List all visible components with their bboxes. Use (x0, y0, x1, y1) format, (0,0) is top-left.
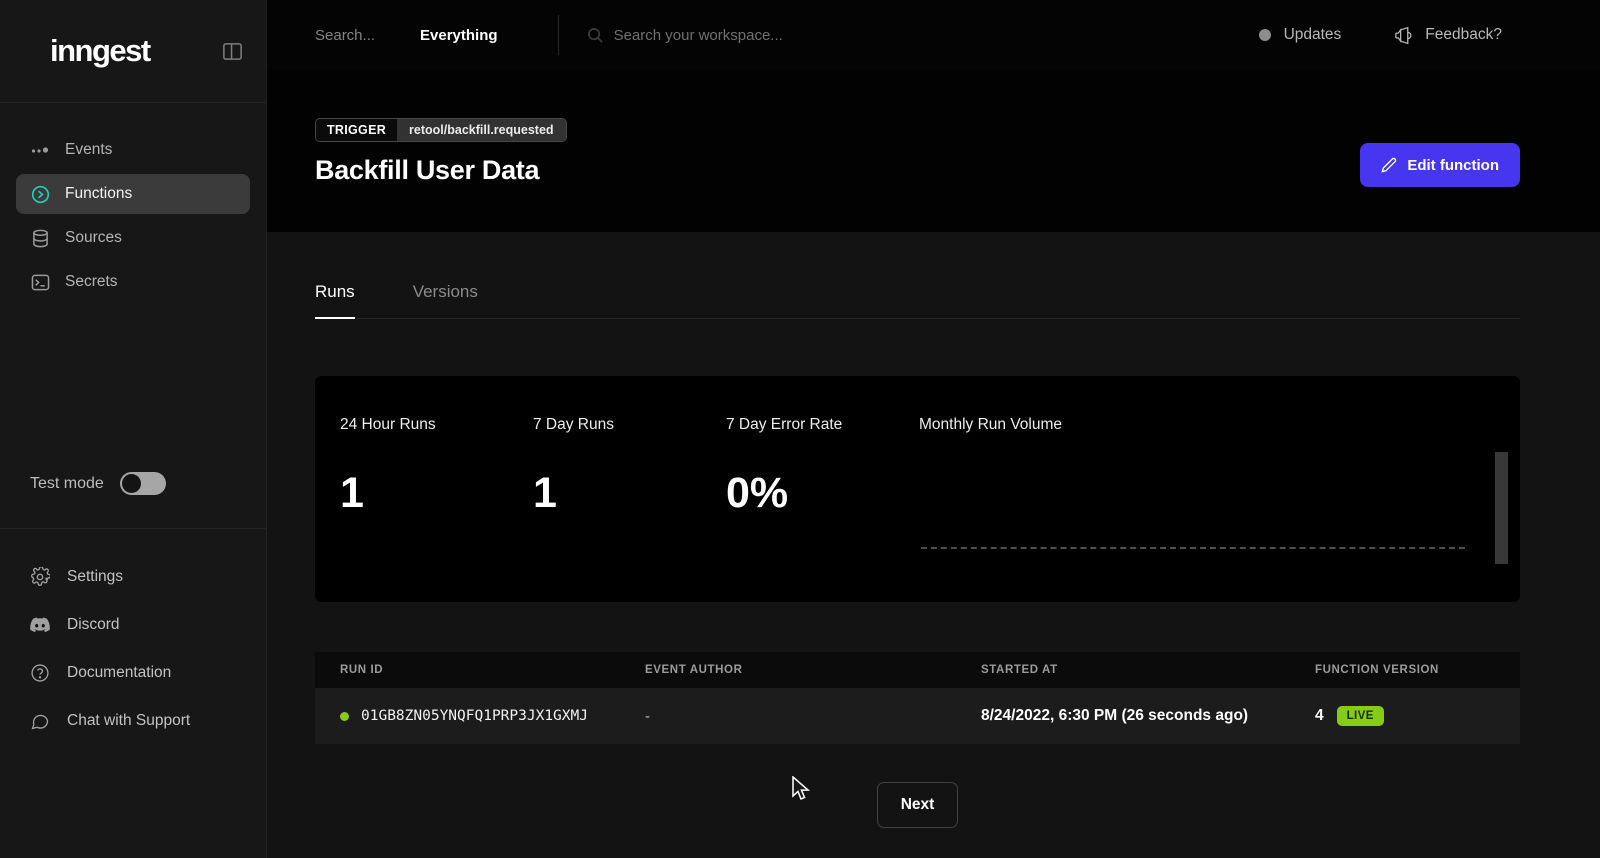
col-run-id: RUN ID (315, 664, 645, 676)
edit-function-label: Edit function (1407, 157, 1499, 174)
sidebar-item-label: Events (65, 141, 112, 159)
chart-title: Monthly Run Volume (919, 416, 1520, 434)
sidebar-collapse-icon[interactable] (221, 40, 244, 63)
sidebar: inngest Events Functions (0, 0, 267, 858)
events-icon (30, 144, 50, 156)
test-mode-row: Test mode (30, 472, 166, 495)
functions-icon (30, 185, 50, 204)
sidebar-item-documentation[interactable]: Documentation (0, 649, 266, 697)
sources-icon (30, 229, 50, 248)
col-event-author: EVENT AUTHOR (645, 664, 981, 676)
search-label[interactable]: Search... (315, 27, 375, 44)
content-area: Runs Versions 24 Hour Runs 1 7 Day Runs … (267, 232, 1600, 858)
megaphone-icon (1393, 26, 1413, 45)
trigger-event-name: retool/backfill.requested (397, 119, 565, 141)
run-id-cell: 01GB8ZN05YNQFQ1PRP3JX1GXMJ (315, 708, 645, 724)
table-header-row: RUN ID EVENT AUTHOR STARTED AT FUNCTION … (315, 652, 1520, 688)
next-button[interactable]: Next (877, 782, 959, 828)
trigger-badge: TRIGGER retool/backfill.requested (315, 118, 567, 142)
updates-label: Updates (1284, 26, 1342, 44)
run-id: 01GB8ZN05YNQFQ1PRP3JX1GXMJ (361, 708, 588, 724)
sidebar-nav: Events Functions Sources (0, 126, 266, 306)
sidebar-item-discord[interactable]: Discord (0, 601, 266, 649)
search-scope-everything[interactable]: Everything (420, 27, 498, 44)
feedback-button[interactable]: Feedback? (1393, 26, 1502, 45)
stat-label: 7 Day Runs (533, 416, 726, 434)
stat-value: 1 (340, 469, 533, 518)
stat-label: 24 Hour Runs (340, 416, 533, 434)
stat-7d-error-rate: 7 Day Error Rate 0% (726, 416, 919, 602)
search-icon (587, 27, 604, 44)
sidebar-item-label: Secrets (65, 273, 118, 291)
sidebar-item-functions[interactable]: Functions (16, 174, 250, 214)
discord-icon (30, 617, 50, 633)
status-dot-icon (340, 712, 349, 721)
question-circle-icon (30, 663, 50, 683)
function-header: TRIGGER retool/backfill.requested Backfi… (267, 70, 1600, 232)
monthly-run-volume-chart: Monthly Run Volume (919, 416, 1520, 602)
stat-value: 1 (533, 469, 726, 518)
edit-pencil-icon (1381, 157, 1397, 173)
sidebar-item-label: Settings (67, 568, 123, 586)
sidebar-item-label: Sources (65, 229, 122, 247)
version-number: 4 (1315, 707, 1324, 725)
pagination: Next (315, 782, 1520, 828)
sidebar-item-label: Discord (67, 616, 120, 634)
sidebar-item-settings[interactable]: Settings (0, 553, 266, 601)
test-mode-label: Test mode (30, 475, 104, 493)
inngest-logo: inngest (50, 33, 150, 69)
page-title: Backfill User Data (315, 155, 1520, 186)
main-panel: Search... Everything Updates Feedback? (267, 0, 1600, 858)
sidebar-item-secrets[interactable]: Secrets (16, 262, 250, 302)
sidebar-header: inngest (0, 0, 266, 103)
started-at-cell: 8/24/2022, 6:30 PM (26 seconds ago) (981, 707, 1315, 725)
tab-runs[interactable]: Runs (315, 282, 355, 319)
workspace-search-input[interactable] (614, 27, 934, 44)
tab-bar: Runs Versions (315, 282, 1520, 319)
topbar: Search... Everything Updates Feedback? (267, 0, 1600, 70)
gear-icon (30, 567, 50, 587)
stat-value: 0% (726, 469, 919, 518)
sidebar-item-label: Chat with Support (67, 712, 190, 730)
live-badge: LIVE (1337, 706, 1384, 726)
event-author-cell: - (645, 708, 981, 725)
feedback-label: Feedback? (1425, 26, 1502, 44)
sidebar-item-events[interactable]: Events (16, 130, 250, 170)
toggle-knob (122, 474, 141, 493)
sidebar-divider (0, 528, 266, 529)
sidebar-item-chat-support[interactable]: Chat with Support (0, 697, 266, 745)
runs-table: RUN ID EVENT AUTHOR STARTED AT FUNCTION … (315, 652, 1520, 744)
test-mode-toggle[interactable] (120, 472, 166, 495)
chart-bar-current (1495, 452, 1508, 564)
sidebar-item-label: Documentation (67, 664, 171, 682)
trigger-badge-label: TRIGGER (316, 119, 397, 141)
stat-7d-runs: 7 Day Runs 1 (533, 416, 726, 602)
stat-label: 7 Day Error Rate (726, 416, 919, 434)
chat-bubble-icon (30, 711, 50, 731)
stats-card: 24 Hour Runs 1 7 Day Runs 1 7 Day Error … (315, 376, 1520, 602)
sidebar-item-sources[interactable]: Sources (16, 218, 250, 258)
function-version-cell: 4 LIVE (1315, 706, 1520, 726)
sidebar-footer-nav: Settings Discord Documentation (0, 553, 266, 745)
col-function-version: FUNCTION VERSION (1315, 664, 1520, 676)
updates-dot-icon (1259, 29, 1271, 41)
stat-24h-runs: 24 Hour Runs 1 (340, 416, 533, 602)
tab-versions[interactable]: Versions (413, 282, 478, 318)
chart-limit-dashed-line (921, 547, 1465, 549)
topbar-divider (558, 15, 559, 55)
updates-button[interactable]: Updates (1259, 26, 1342, 44)
edit-function-button[interactable]: Edit function (1360, 143, 1520, 187)
secrets-icon (30, 274, 50, 291)
table-row[interactable]: 01GB8ZN05YNQFQ1PRP3JX1GXMJ - 8/24/2022, … (315, 688, 1520, 744)
col-started-at: STARTED AT (981, 664, 1315, 676)
sidebar-item-label: Functions (65, 185, 132, 203)
